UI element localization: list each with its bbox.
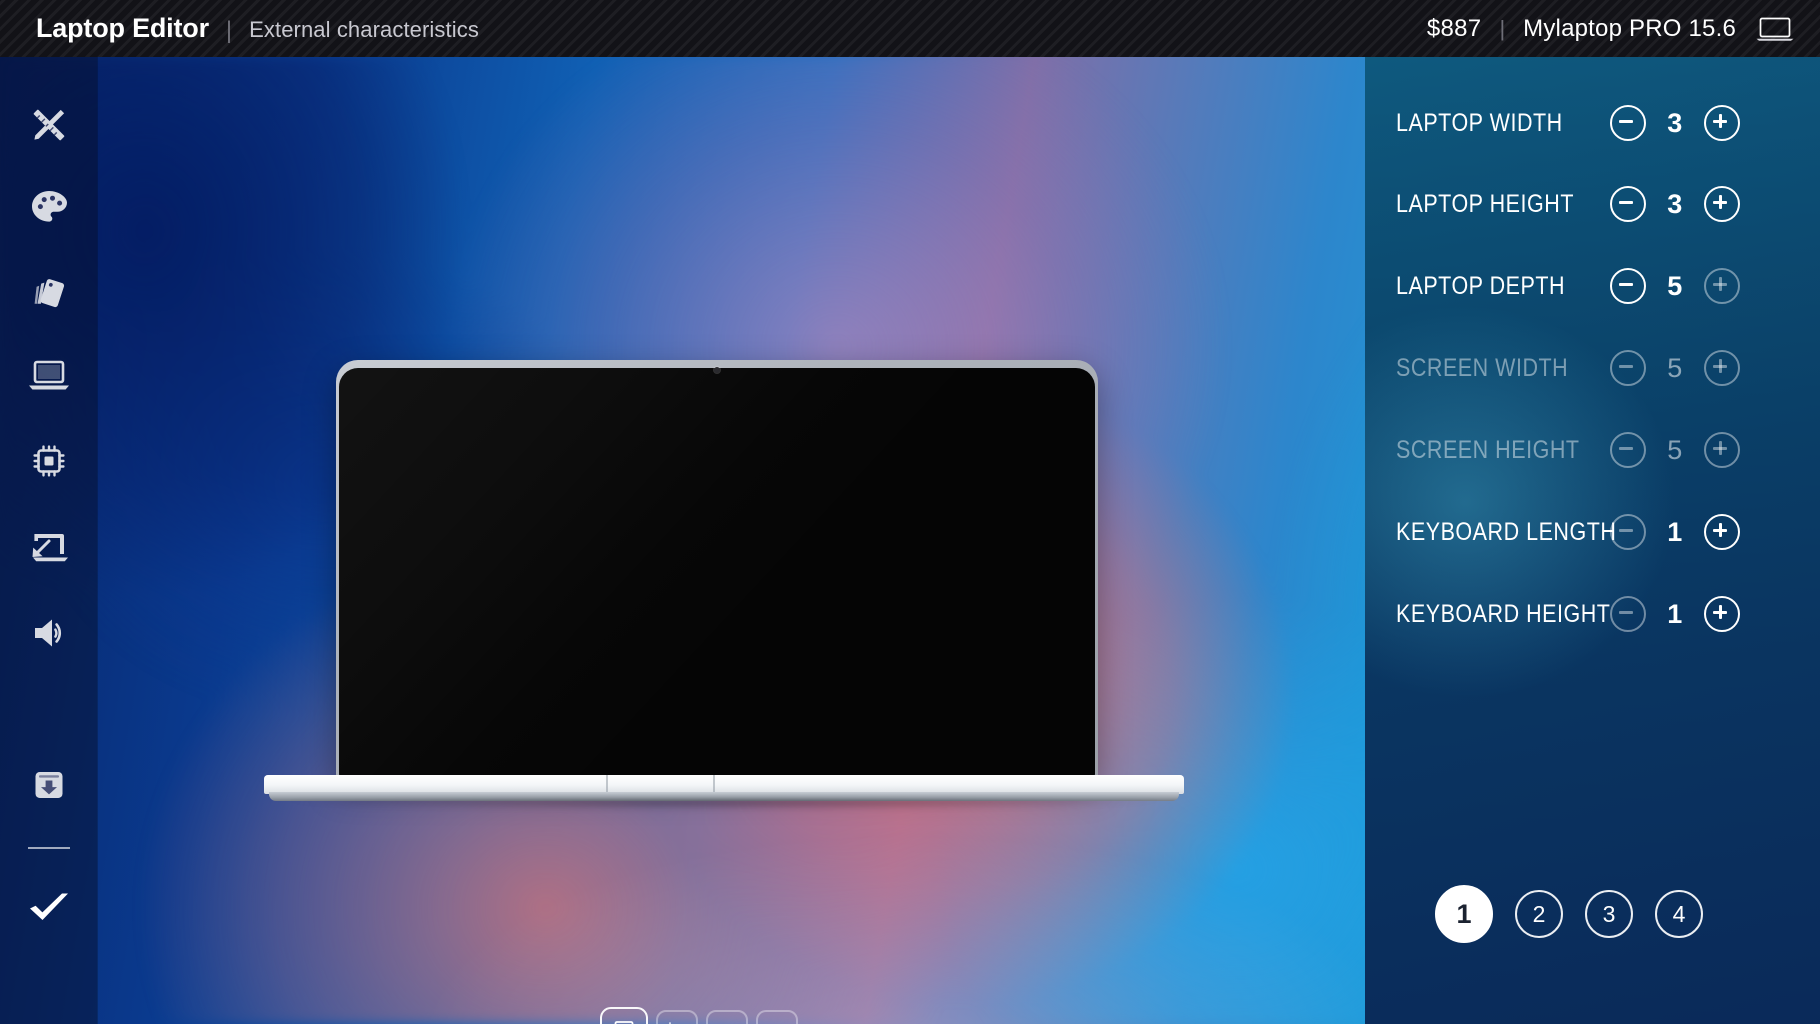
spec-label: SCREEN WIDTH (1396, 353, 1569, 382)
sidebar-item-audio[interactable] (0, 595, 97, 671)
sidebar-item-hardware[interactable] (0, 423, 97, 499)
increment-button (1704, 432, 1740, 468)
spec-label: SCREEN HEIGHT (1396, 435, 1580, 464)
sidebar-item-dimensions[interactable] (0, 87, 97, 163)
sidebar-item-colors[interactable] (0, 170, 97, 246)
decrement-button[interactable] (1610, 268, 1646, 304)
spec-stepper: 5 (1610, 268, 1740, 304)
screen-share-icon (27, 528, 71, 566)
decrement-button[interactable] (1610, 105, 1646, 141)
sidebar-item-connectivity[interactable] (0, 509, 97, 585)
spec-row-screen-width: SCREEN WIDTH 5 (1365, 346, 1820, 390)
spec-row-keyboard-height: KEYBOARD HEIGHT 1 (1365, 592, 1820, 636)
header-right-group: $887 | Mylaptop PRO 15.6 (1427, 15, 1820, 43)
increment-button[interactable] (1704, 105, 1740, 141)
spec-stepper: 5 (1610, 432, 1740, 468)
increment-button[interactable] (1704, 596, 1740, 632)
increment-button[interactable] (1704, 186, 1740, 222)
webcam-icon (714, 367, 720, 373)
ruler-pencil-icon (26, 102, 72, 148)
view-button-side[interactable] (656, 1010, 698, 1024)
model-name: Mylaptop PRO 15.6 (1523, 14, 1736, 42)
laptop-screen (339, 368, 1095, 778)
spec-value: 3 (1667, 188, 1683, 219)
step-pagination: 1 2 3 4 (1435, 885, 1703, 943)
decrement-button[interactable] (1610, 186, 1646, 222)
laptop-preview (264, 360, 1184, 810)
laptop-lid (336, 360, 1098, 780)
download-box-icon (28, 764, 70, 806)
checkmark-icon (25, 887, 73, 927)
price-label: $887 (1426, 14, 1482, 42)
sidebar-item-materials[interactable] (0, 254, 97, 330)
spec-label: KEYBOARD LENGTH (1396, 517, 1617, 546)
spec-label: LAPTOP WIDTH (1396, 108, 1563, 137)
screen-reflection (339, 368, 1095, 778)
spec-label: KEYBOARD HEIGHT (1396, 599, 1611, 628)
spec-value: 1 (1667, 516, 1683, 547)
view-button-back[interactable] (756, 1010, 798, 1024)
page-dot-4[interactable]: 4 (1655, 890, 1703, 938)
view-button-top[interactable] (706, 1010, 748, 1024)
spec-stepper: 1 (1610, 596, 1740, 632)
spec-row-laptop-height: LAPTOP HEIGHT 3 (1365, 182, 1820, 226)
sidebar-item-confirm[interactable] (0, 869, 97, 945)
header-left-group: Laptop Editor | External characteristics (0, 13, 479, 44)
page-dot-2[interactable]: 2 (1515, 890, 1563, 938)
decrement-button (1610, 596, 1646, 632)
page-dot-3[interactable]: 3 (1585, 890, 1633, 938)
spec-stepper: 3 (1610, 186, 1740, 222)
spec-row-laptop-width: LAPTOP WIDTH 3 (1365, 101, 1820, 145)
sidebar-divider (28, 847, 70, 849)
laptop-front-icon (611, 1020, 637, 1024)
spec-value: 5 (1667, 270, 1683, 301)
laptop-icon (27, 358, 71, 394)
spec-stepper: 1 (1610, 514, 1740, 550)
spec-stepper: 3 (1610, 105, 1740, 141)
laptop-editor-app: Laptop Editor | External characteristics… (0, 0, 1820, 1024)
header-separator-2: | (1499, 15, 1506, 41)
laptop-drop-shadow (286, 800, 1162, 810)
spec-stepper: 5 (1610, 350, 1740, 386)
spec-row-laptop-depth: LAPTOP DEPTH 5 (1365, 264, 1820, 308)
spec-row-screen-height: SCREEN HEIGHT 5 (1365, 428, 1820, 472)
spec-label: LAPTOP HEIGHT (1396, 189, 1574, 218)
spec-value: 5 (1667, 352, 1683, 383)
specs-panel: LAPTOP WIDTH 3 LAPTOP HEIGHT 3 LAPTOP DE… (1365, 57, 1820, 1024)
left-sidebar (0, 57, 97, 1024)
view-button-front[interactable] (600, 1007, 648, 1024)
decrement-button (1610, 514, 1646, 550)
spec-value: 1 (1667, 598, 1683, 629)
section-title: External characteristics (249, 17, 479, 42)
view-toggle-group (600, 1007, 798, 1024)
decrement-button (1610, 432, 1646, 468)
speaker-icon (28, 613, 70, 653)
decrement-button (1610, 350, 1646, 386)
spec-label: LAPTOP DEPTH (1396, 271, 1566, 300)
increment-button (1704, 350, 1740, 386)
palette-icon (28, 187, 70, 229)
page-dot-1[interactable]: 1 (1435, 885, 1493, 943)
app-title: Laptop Editor (36, 13, 209, 43)
spec-row-keyboard-length: KEYBOARD LENGTH 1 (1365, 510, 1820, 554)
sidebar-item-save[interactable] (0, 747, 97, 823)
increment-button (1704, 268, 1740, 304)
sidebar-item-body[interactable] (0, 338, 97, 414)
swatches-icon (28, 271, 70, 313)
spec-value: 3 (1667, 107, 1683, 138)
spec-value: 5 (1667, 434, 1683, 465)
cpu-chip-icon (28, 440, 70, 482)
app-header: Laptop Editor | External characteristics… (0, 0, 1820, 57)
laptop-icon (1756, 16, 1794, 42)
increment-button[interactable] (1704, 514, 1740, 550)
header-separator: | (225, 17, 233, 44)
